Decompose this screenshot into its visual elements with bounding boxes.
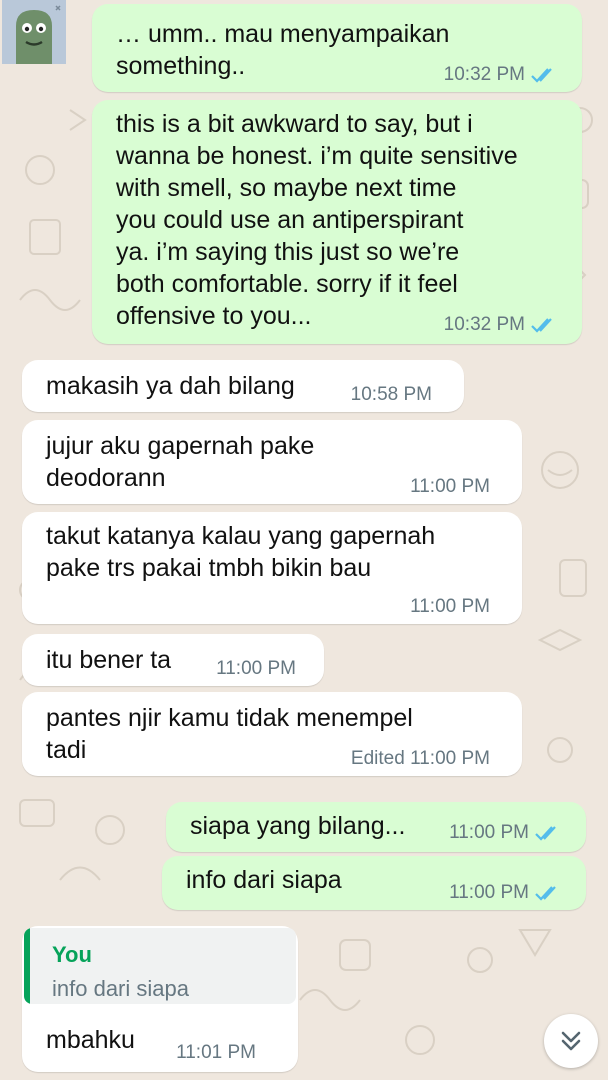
message-meta: 11:00 PM [410,476,490,498]
message-time: 11:00 PM [449,822,529,843]
message-text: makasih ya dah bilang [46,372,295,400]
message-meta: 11:01 PM [176,1042,256,1064]
double-chevron-down-icon [561,1031,581,1051]
message-bubble-incoming[interactable]: makasih ya dah bilang 10:58 PM [22,360,464,412]
double-check-icon [535,826,556,841]
message-text: … umm.. mau menyampaikan something.. [116,20,450,80]
reply-quote-bar [24,928,30,1004]
message-bubble-incoming[interactable]: You info dari siapa mbahku 11:01 PM [22,926,298,1072]
message-time: 11:00 PM [216,658,296,679]
message-meta: 11:00 PM [449,882,562,904]
message-meta: 11:00 PM [216,658,296,680]
message-time: Edited 11:00 PM [350,748,490,769]
message-text: mbahku [46,1026,135,1054]
message-time: 11:00 PM [410,596,490,617]
message-time: 10:32 PM [443,64,525,85]
message-meta: 11:00 PM [449,822,562,844]
reply-quote-text: info dari siapa [52,976,189,1001]
message-text: info dari siapa [186,866,342,894]
message-meta: 10:32 PM [444,314,558,336]
avatar-icon[interactable] [2,0,66,64]
reply-quote-author: You [52,942,92,967]
message-bubble-outgoing[interactable]: this is a bit awkward to say, but i wann… [92,100,582,344]
double-check-icon [531,68,552,83]
message-bubble-outgoing[interactable]: … umm.. mau menyampaikan something.. 10:… [92,4,582,92]
scroll-to-bottom-button[interactable] [544,1014,598,1068]
message-meta: 10:58 PM [351,384,432,406]
message-text: itu bener ta [46,646,172,674]
message-time: 11:00 PM [449,882,529,903]
message-text: siapa yang bilang... [190,812,406,840]
message-time: 11:00 PM [410,476,490,497]
message-bubble-outgoing[interactable]: siapa yang bilang... 11:00 PM [166,802,586,852]
message-meta: 10:32 PM [444,64,558,86]
message-time: 11:01 PM [176,1042,256,1063]
message-time: 10:32 PM [443,314,525,335]
double-check-icon [531,318,552,333]
reply-quote[interactable]: You info dari siapa [24,928,296,1004]
message-bubble-incoming[interactable]: pantes njir kamu tidak menempel tadi Edi… [22,692,522,776]
message-time: 10:58 PM [350,384,432,405]
message-meta: Edited 11:00 PM [351,748,490,770]
message-bubble-incoming[interactable]: itu bener ta 11:00 PM [22,634,324,686]
message-text: this is a bit awkward to say, but i wann… [116,110,518,330]
message-bubble-incoming[interactable]: takut katanya kalau yang gapernah pake t… [22,512,522,624]
message-text: jujur aku gapernah pake deodorann [46,432,315,492]
double-check-icon [535,886,556,901]
message-text: takut katanya kalau yang gapernah pake t… [46,522,436,582]
message-bubble-outgoing[interactable]: info dari siapa 11:00 PM [162,856,586,910]
message-bubble-incoming[interactable]: jujur aku gapernah pake deodorann 11:00 … [22,420,522,504]
message-meta: 11:00 PM [410,596,490,618]
